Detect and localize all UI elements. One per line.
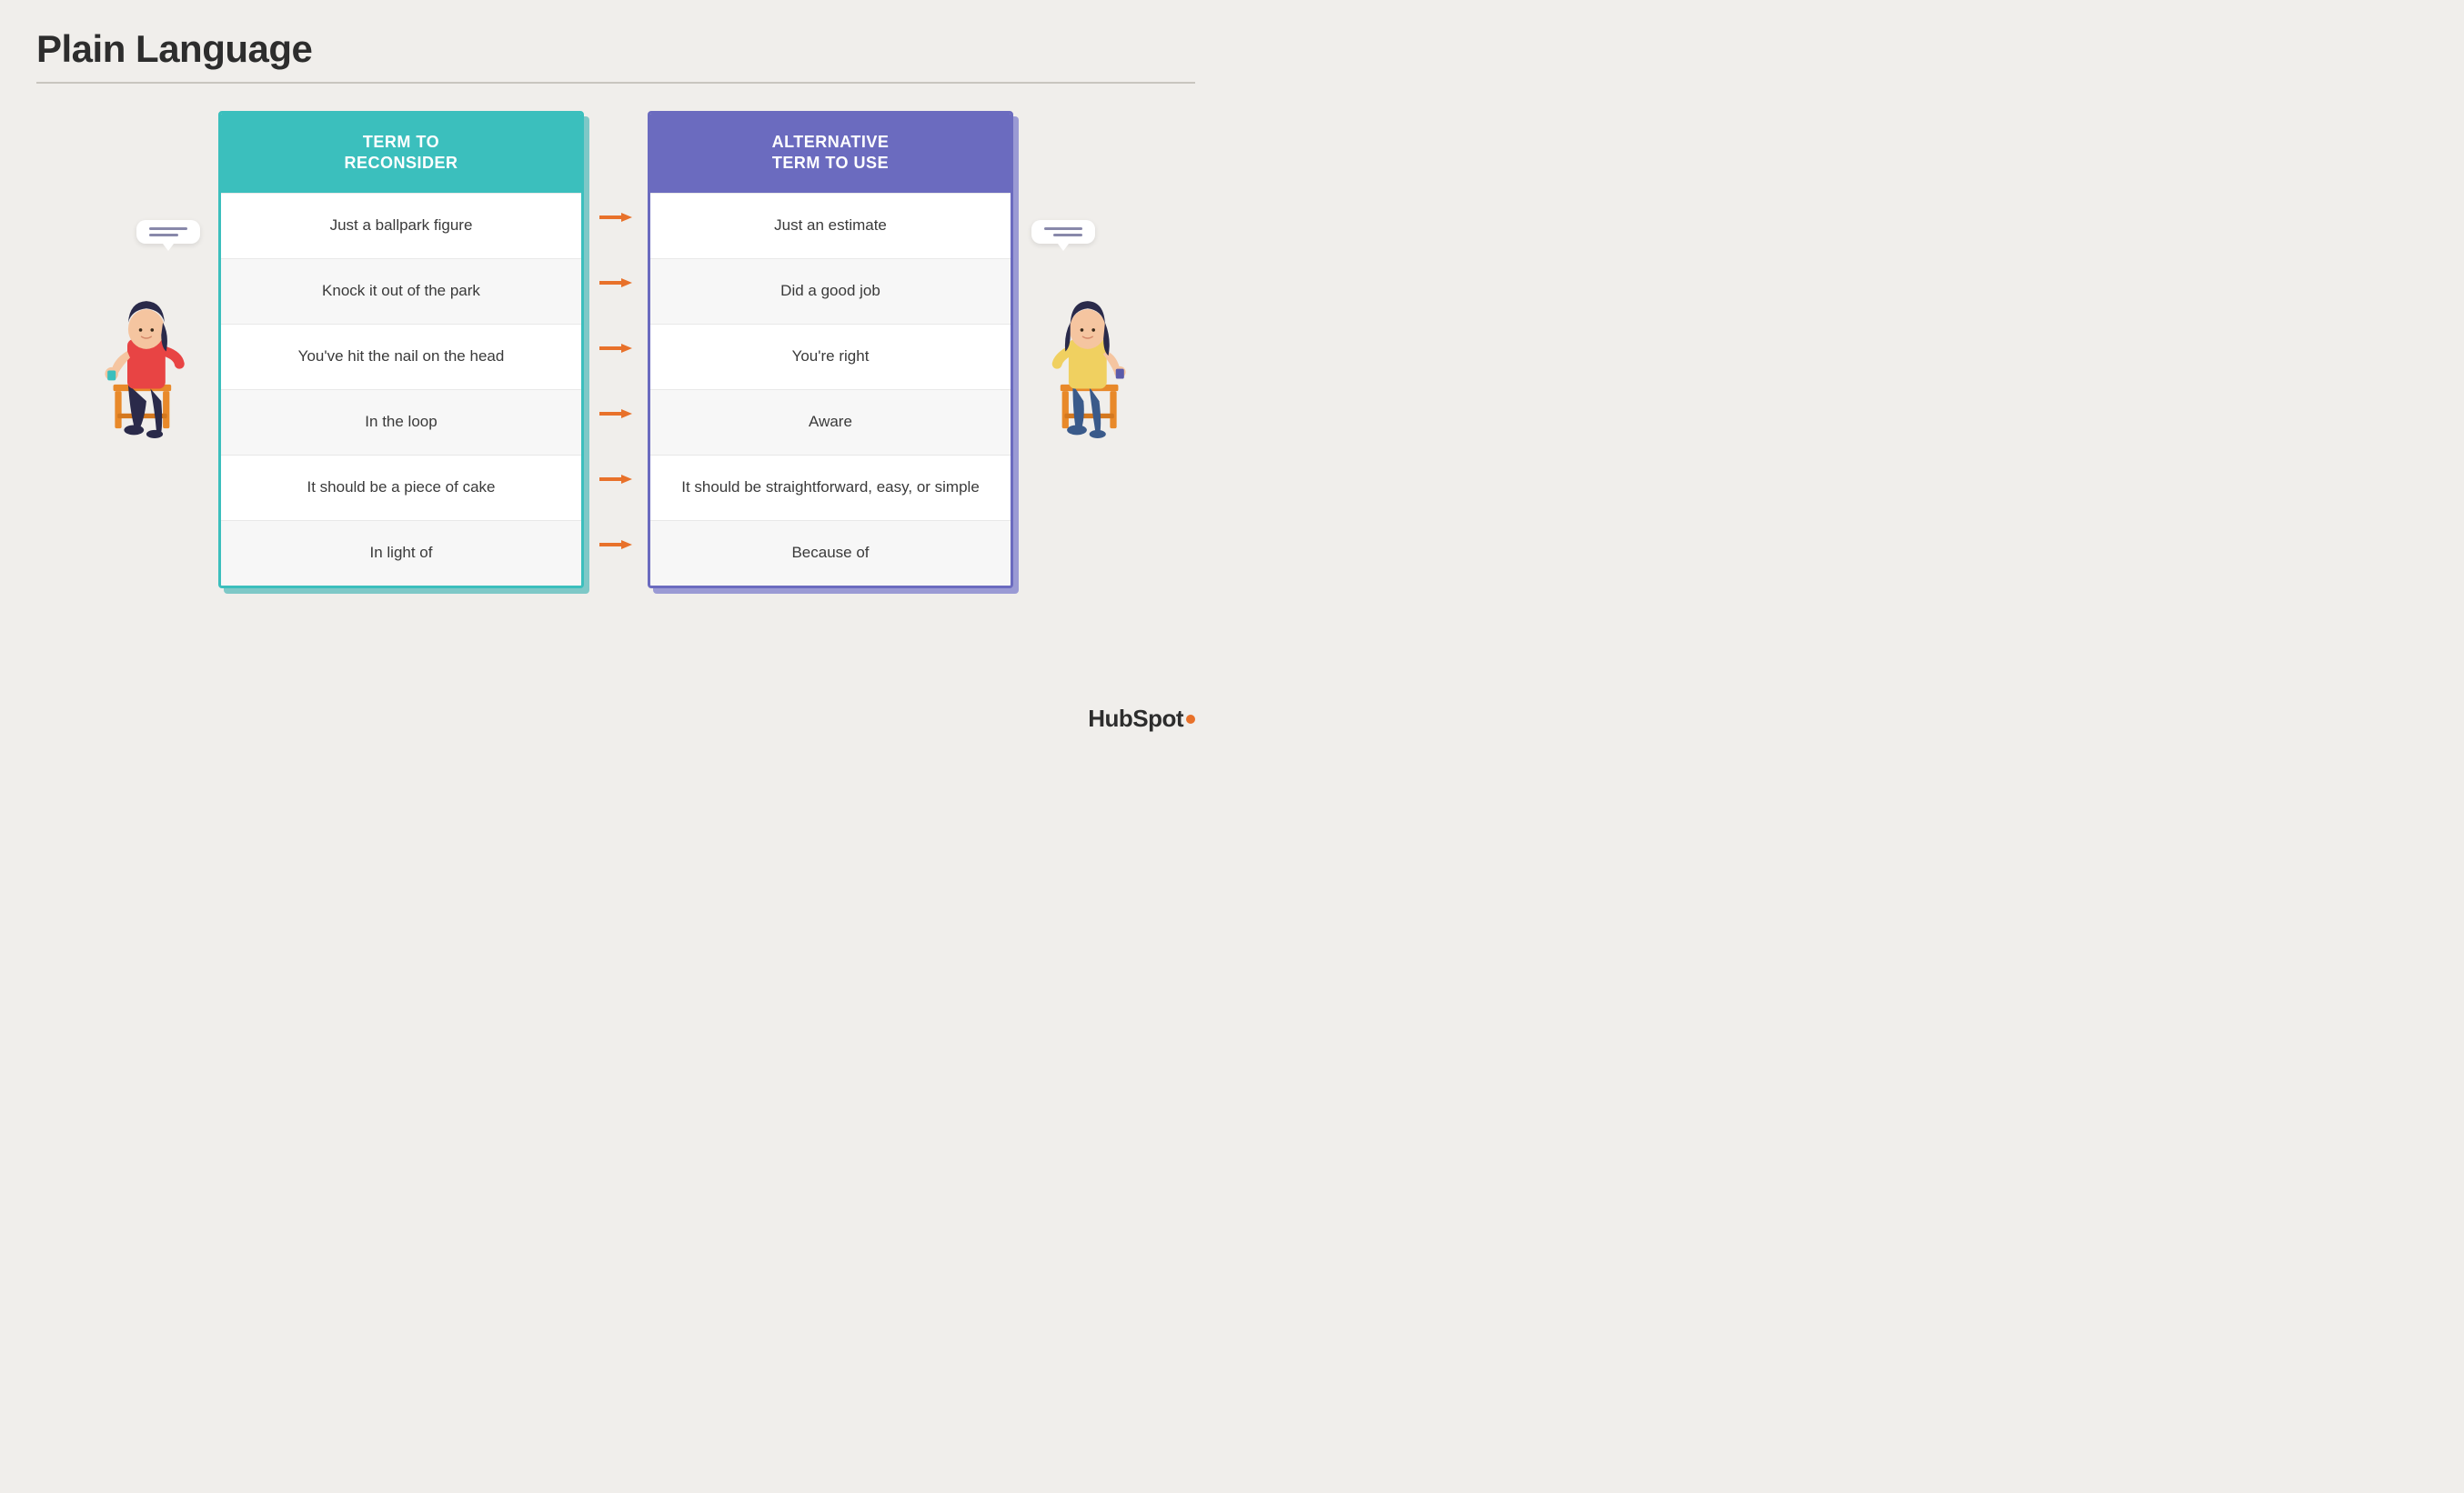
- right-table-row: Aware: [650, 389, 1011, 455]
- left-header-text: TERM TO RECONSIDER: [344, 132, 458, 175]
- arrow-row: [584, 511, 648, 576]
- hubspot-dot: [1186, 715, 1195, 724]
- right-character-area: [1013, 220, 1141, 438]
- left-table-row: You've hit the nail on the head: [221, 324, 581, 389]
- right-table-row: Just an estimate: [650, 193, 1011, 258]
- arrows-column: [584, 111, 648, 588]
- arrow-row: [584, 184, 648, 249]
- left-character-icon: [100, 256, 209, 438]
- arrow-icon: [599, 206, 632, 228]
- speech-line-r2: [1054, 234, 1083, 236]
- right-table-header: ALTERNATIVE TERM TO USE: [650, 114, 1011, 193]
- speech-line: [149, 234, 178, 236]
- arrow-icon: [599, 337, 632, 359]
- right-table-row: Did a good job: [650, 258, 1011, 324]
- hubspot-text: HubSpot: [1088, 705, 1183, 733]
- arrow-icon: [599, 534, 632, 556]
- right-table-row: It should be straightforward, easy, or s…: [650, 455, 1011, 520]
- left-table-row: Knock it out of the park: [221, 258, 581, 324]
- right-speech-bubble: [1031, 220, 1095, 244]
- arrow-row: [584, 249, 648, 315]
- left-table-row: It should be a piece of cake: [221, 455, 581, 520]
- left-speech-bubble: [136, 220, 200, 244]
- right-table-row: Because of: [650, 520, 1011, 586]
- left-character-area: [91, 220, 218, 438]
- page-title: Plain Language: [36, 27, 1195, 71]
- left-table-rows: Just a ballpark figureKnock it out of th…: [221, 193, 581, 586]
- page-container: Plain Language: [0, 0, 1232, 746]
- left-table-header: TERM TO RECONSIDER: [221, 114, 581, 193]
- main-content: TERM TO RECONSIDER Just a ballpark figur…: [36, 111, 1195, 588]
- left-table-row: In light of: [221, 520, 581, 586]
- arrow-rows: [584, 184, 648, 576]
- tables-with-arrows: TERM TO RECONSIDER Just a ballpark figur…: [218, 111, 1013, 588]
- right-header-text: ALTERNATIVE TERM TO USE: [772, 132, 890, 175]
- arrow-row: [584, 315, 648, 380]
- right-table-rows: Just an estimateDid a good jobYou're rig…: [650, 193, 1011, 586]
- arrow-row: [584, 380, 648, 446]
- arrow-header-spacer: [584, 111, 648, 184]
- left-table: TERM TO RECONSIDER Just a ballpark figur…: [218, 111, 584, 588]
- right-table: ALTERNATIVE TERM TO USE Just an estimate…: [648, 111, 1013, 588]
- speech-line-r1: [1044, 227, 1082, 230]
- right-character-icon: [1022, 256, 1131, 438]
- right-table-row: You're right: [650, 324, 1011, 389]
- arrow-row: [584, 446, 648, 511]
- arrow-icon: [599, 403, 632, 425]
- left-table-row: Just a ballpark figure: [221, 193, 581, 258]
- arrow-icon: [599, 468, 632, 490]
- divider: [36, 82, 1195, 84]
- left-table-row: In the loop: [221, 389, 581, 455]
- speech-line: [149, 227, 187, 230]
- hubspot-logo: HubSpot: [1088, 705, 1195, 733]
- arrow-icon: [599, 272, 632, 294]
